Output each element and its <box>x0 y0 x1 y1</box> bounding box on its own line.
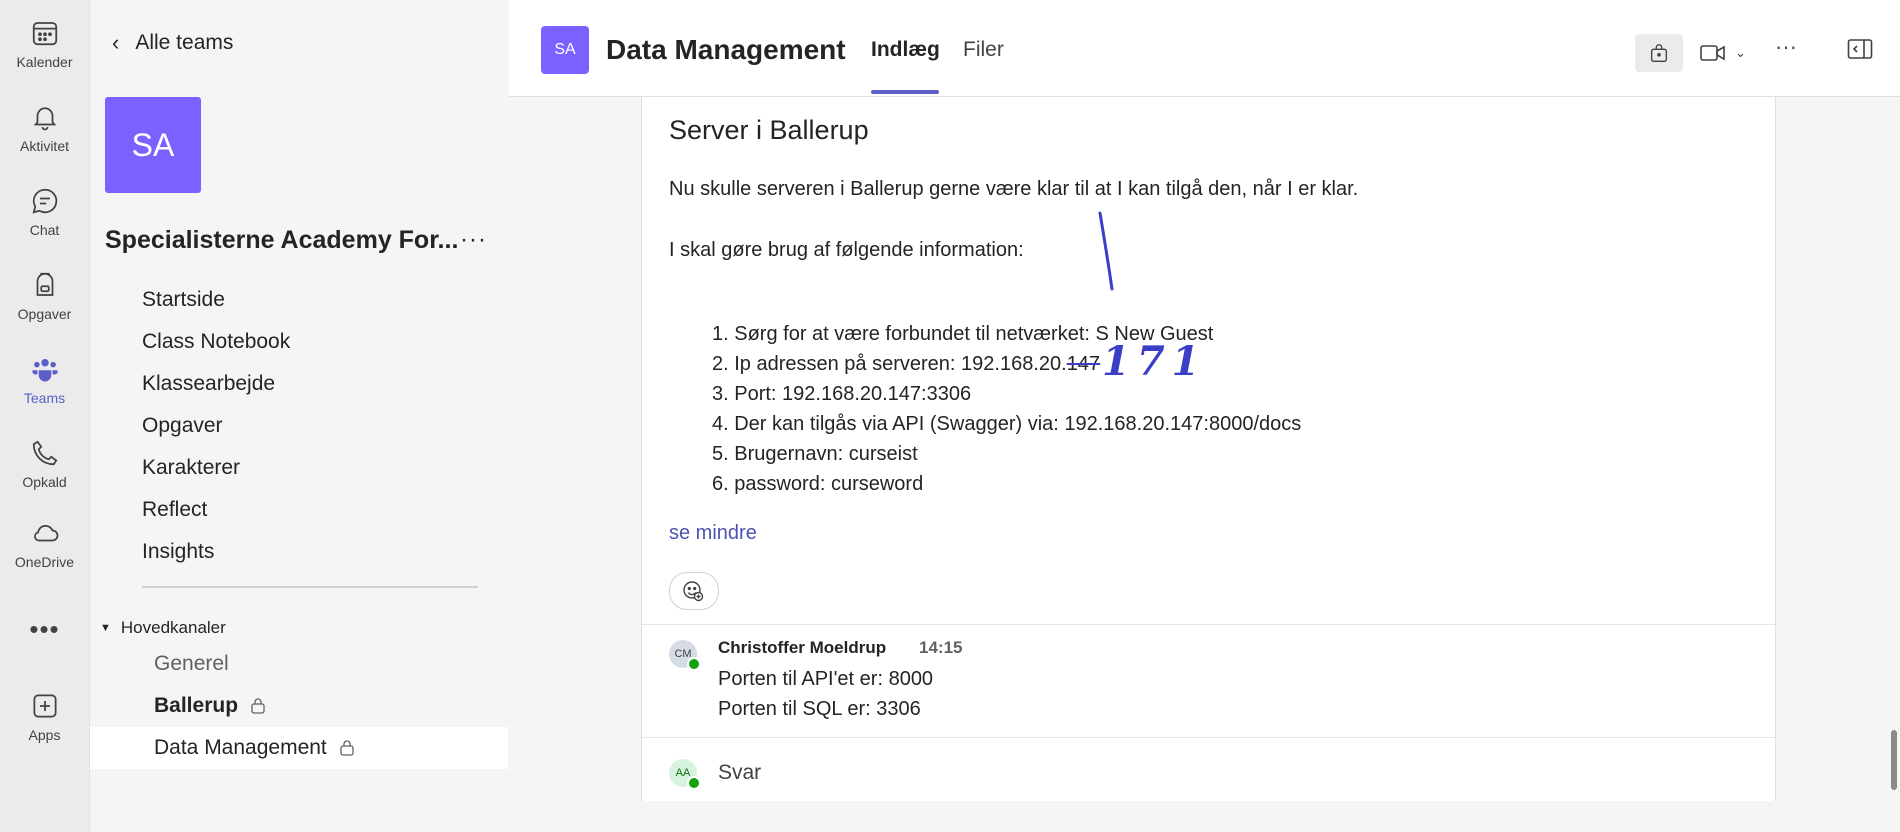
presence-available-icon <box>687 657 701 671</box>
chevron-left-icon: ‹ <box>112 30 120 55</box>
post-title: Server i Ballerup <box>669 115 869 145</box>
team-name: Specialisterne Academy For... <box>105 226 459 254</box>
nav-item-reflect[interactable]: Reflect <box>142 495 290 537</box>
rail-label: Kalender <box>16 54 73 70</box>
rail-activity[interactable]: Aktivitet <box>0 84 89 154</box>
rail-more[interactable]: ••• <box>0 610 89 650</box>
rail-label: Chat <box>29 222 60 238</box>
lock-bag-icon <box>1650 44 1668 62</box>
team-sidebar: ‹ Alle teams SA Specialisterne Academy F… <box>90 0 508 832</box>
list-item: 6. password: curseword <box>712 473 924 495</box>
toggle-panel-button[interactable] <box>1847 38 1873 65</box>
channel-label: Data Management <box>154 736 327 759</box>
post-separator <box>642 624 1775 625</box>
cloud-icon <box>33 524 58 542</box>
rail-onedrive[interactable]: OneDrive <box>0 500 89 570</box>
channel-title: Data Management <box>606 34 846 65</box>
scrollbar-thumb[interactable] <box>1891 730 1897 790</box>
see-less-link[interactable]: se mindre <box>669 522 757 545</box>
teams-icon <box>32 359 57 382</box>
more-icon: ••• <box>29 614 60 644</box>
list-item: 3. Port: 192.168.20.147:3306 <box>712 383 972 405</box>
struck-ip-suffix: 147 <box>1066 353 1101 375</box>
channel-avatar: SA <box>541 26 589 74</box>
nav-item-klassearbejde[interactable]: Klassearbejde <box>142 369 290 411</box>
channel-header: SA Data Management Indlæg Filer ⌄ ··· <box>509 0 1900 97</box>
reply-compose-button[interactable]: Svar <box>718 761 761 785</box>
rail-label: OneDrive <box>14 554 75 570</box>
meet-button[interactable]: ⌄ <box>1699 36 1761 70</box>
channels-header: Hovedkanaler <box>120 618 226 637</box>
post-info-list: 1. Sørg for at være forbundet til netvær… <box>712 319 1301 499</box>
rail-label: Apps <box>28 727 61 743</box>
ink-vertical-stroke <box>1098 211 1114 291</box>
handwritten-correction: 171 <box>1102 338 1207 385</box>
conversation-area: Server i Ballerup Nu skulle serveren i B… <box>509 97 1900 832</box>
video-camera-icon <box>1700 45 1725 61</box>
phone-icon <box>32 440 57 466</box>
tab-filer[interactable]: Filer <box>963 38 1004 62</box>
rail-assignments[interactable]: Opgaver <box>0 252 89 322</box>
channel-item-generel[interactable]: Generel <box>90 643 508 685</box>
nav-item-karakterer[interactable]: Karakterer <box>142 453 290 495</box>
sidebar-divider <box>142 586 478 588</box>
add-reaction-button[interactable] <box>669 572 719 610</box>
channel-lock-button[interactable] <box>1635 34 1683 72</box>
back-to-teams-button[interactable]: ‹ Alle teams <box>112 30 233 56</box>
back-label: Alle teams <box>135 31 234 54</box>
reply-line-sql: Porten til SQL er: 3306 <box>718 698 921 720</box>
lock-icon <box>251 698 265 714</box>
rail-label: Opgaver <box>17 306 72 322</box>
rail-label: Aktivitet <box>19 138 69 154</box>
rail-calls[interactable]: Opkald <box>0 420 89 490</box>
active-tab-indicator <box>871 90 939 94</box>
team-nav: Startside Class Notebook Klassearbejde O… <box>142 285 290 579</box>
reply-time: 14:15 <box>919 638 963 657</box>
reply-author: Christoffer Moeldrup <box>718 638 887 657</box>
nav-item-opgaver[interactable]: Opgaver <box>142 411 290 453</box>
rail-label: Teams <box>23 390 66 406</box>
app-rail: Kalender Aktivitet Chat Opgaver Teams Op… <box>0 0 90 832</box>
tab-indlaeg[interactable]: Indlæg <box>871 38 940 62</box>
bell-icon <box>33 107 56 131</box>
header-more-options-icon[interactable]: ··· <box>1775 34 1797 60</box>
team-more-options-icon[interactable]: ··· <box>460 226 487 254</box>
lock-icon <box>340 740 354 756</box>
rail-calendar[interactable]: Kalender <box>0 0 89 70</box>
post-intro: Nu skulle serveren i Ballerup gerne være… <box>669 178 1359 200</box>
chevron-down-icon: ⌄ <box>1735 45 1746 60</box>
channel-item-ballerup[interactable]: Ballerup <box>90 685 508 727</box>
list-item: 2. Ip adressen på serveren: 192.168.20.1… <box>712 349 1301 379</box>
nav-item-startside[interactable]: Startside <box>142 285 290 327</box>
calendar-icon <box>32 22 57 46</box>
reply-separator <box>642 737 1775 738</box>
rail-teams[interactable]: Teams <box>0 336 89 406</box>
reply-line-api: Porten til API'et er: 8000 <box>718 668 934 690</box>
rail-chat[interactable]: Chat <box>0 168 89 238</box>
chat-icon <box>32 188 57 214</box>
apps-icon <box>33 694 56 718</box>
caret-down-icon: ▼ <box>100 622 111 634</box>
backpack-icon <box>36 272 53 296</box>
list-item-text: 2. Ip adressen på serveren: 192.168.20. <box>712 353 1067 375</box>
post-lead: I skal gøre brug af følgende information… <box>669 239 1024 261</box>
channel-item-data-management[interactable]: Data Management <box>90 727 508 769</box>
nav-item-insights[interactable]: Insights <box>142 537 290 579</box>
presence-available-icon <box>687 776 701 790</box>
channel-label: Generel <box>154 652 229 675</box>
rail-label: Opkald <box>22 474 67 490</box>
panel-collapse-icon <box>1847 39 1873 59</box>
list-item: 1. Sørg for at være forbundet til netvær… <box>712 323 1214 345</box>
list-item: 4. Der kan tilgås via API (Swagger) via:… <box>712 413 1302 435</box>
post-card: Server i Ballerup Nu skulle serveren i B… <box>641 97 1776 801</box>
nav-item-class-notebook[interactable]: Class Notebook <box>142 327 290 369</box>
channels-section-toggle[interactable]: ▼ Hovedkanaler <box>100 618 226 638</box>
team-avatar: SA <box>105 97 201 193</box>
emoji-add-icon <box>683 581 704 602</box>
channel-label: Ballerup <box>154 694 239 717</box>
rail-apps[interactable]: Apps <box>0 673 89 743</box>
list-item: 5. Brugernavn: curseist <box>712 443 918 465</box>
